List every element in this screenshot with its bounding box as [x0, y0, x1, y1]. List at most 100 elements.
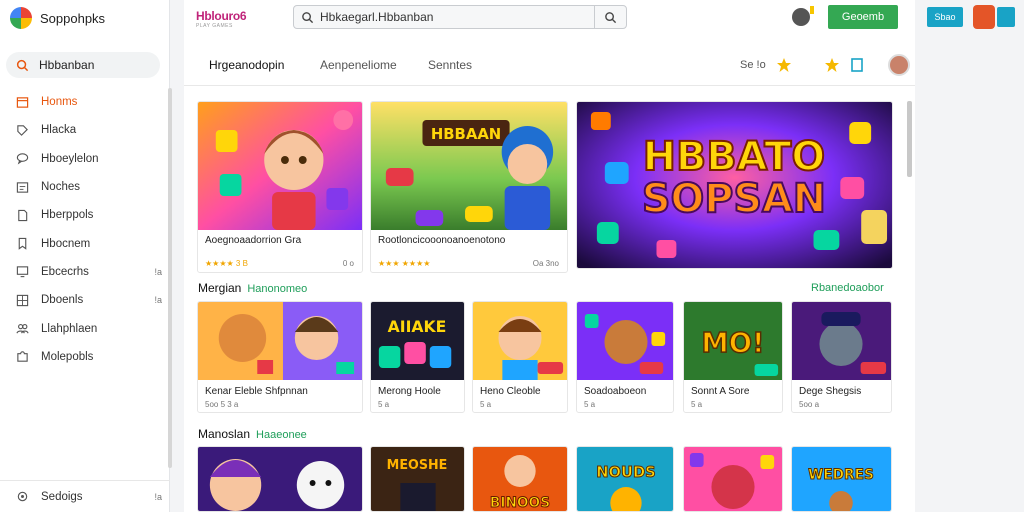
game-thumbnail [198, 447, 362, 511]
featured-card[interactable]: HBBAAN Rootloncicooonoanoenotono ★★★ ★★★… [370, 101, 568, 273]
user-avatar[interactable] [792, 6, 814, 26]
card-title: Dege Shegsis [799, 386, 862, 397]
sidebar-item-label: Ebcecrhs [41, 265, 89, 278]
sidebar-item-9[interactable]: Llahphlaen [0, 314, 170, 342]
account-button[interactable]: Geoemb [828, 5, 898, 29]
sidebar-settings[interactable]: Sedoigs !a [0, 480, 170, 512]
game-thumbnail: MO! [684, 302, 782, 380]
sidebar-item-2[interactable]: Hlacka [0, 116, 170, 144]
search-icon [301, 11, 313, 23]
card-title: Merong Hoole [378, 386, 441, 397]
game-card[interactable] [683, 446, 783, 512]
sidebar-item-3[interactable]: Hboeylelon [0, 145, 170, 173]
search-input[interactable]: Hbkaegarl.Hbbanban [293, 5, 627, 29]
game-card[interactable]: NOUDS [576, 446, 674, 512]
card-art-text: BINOOS [490, 495, 550, 511]
sidebar-item-label: Hberppols [41, 209, 94, 222]
people-icon [16, 324, 29, 334]
game-thumbnail [198, 302, 362, 380]
card-title: Kenar Eleble Shfpnnan [205, 386, 308, 397]
game-card[interactable]: BINOOS [472, 446, 568, 512]
hero-banner[interactable]: HBBATO SOPSAN [576, 101, 893, 269]
game-card[interactable]: Kenar Eleble Shfpnnan 5oo 5 3 a [197, 301, 363, 413]
game-card[interactable]: Dege Shegsis 5oo a [791, 301, 892, 413]
section-title-text: Manoslan [198, 427, 251, 441]
game-card[interactable]: Soadoaboeon 5 a [576, 301, 674, 413]
card-art-text: AIIAKE [388, 317, 447, 336]
game-card[interactable]: AIIAKE Merong Hoole 5 a [370, 301, 465, 413]
store-logo[interactable]: Hblouro6 PLAY GAMES [196, 9, 247, 29]
section-title: Manoslan Haaeonee [198, 427, 307, 441]
game-card[interactable] [197, 446, 363, 512]
hero-title-line2: SOPSAN [642, 176, 826, 222]
sidebar-item-label: Honms [41, 96, 78, 109]
sidebar-search[interactable]: Hbbanban [6, 52, 160, 78]
list-icon [16, 181, 29, 193]
bookmark-icon[interactable] [850, 57, 864, 73]
game-thumbnail: WEDRES [792, 447, 891, 511]
section-title-accent: Haaeonee [256, 429, 307, 441]
sidebar-item-7[interactable]: Ebcecrhs !a [0, 258, 170, 286]
tab-2[interactable]: Aenpeneliome [320, 58, 397, 72]
chat-icon [16, 153, 29, 165]
panel-avatar[interactable] [973, 5, 995, 29]
card-sub: 5oo 5 3 a [205, 400, 239, 409]
card-art-text: NOUDS [596, 464, 655, 481]
featured-card[interactable]: Aoegnoaadorrion Gra ★★★★ 3 B 0 o [197, 101, 363, 273]
brand[interactable]: Soppohpks [10, 6, 105, 30]
card-title: Sonnt A Sore [691, 386, 750, 397]
bookmark-icon [18, 237, 27, 250]
sidebar-search-label: Hbbanban [39, 58, 95, 72]
profile-avatar[interactable] [887, 54, 910, 76]
card-sub: 5 a [480, 400, 492, 409]
game-thumbnail [792, 302, 891, 380]
sidebar-item-count: !a [154, 295, 162, 306]
panel-button[interactable]: Sbao [927, 7, 963, 27]
game-thumbnail [577, 302, 673, 380]
card-meta: Oa 3no [532, 259, 559, 268]
tab-1[interactable]: Hrgeanodopin [209, 58, 284, 72]
game-card[interactable]: WEDRES [791, 446, 892, 512]
card-art-text: MEOSHE [387, 458, 448, 473]
star-icon[interactable] [824, 57, 840, 73]
tag-icon [17, 125, 28, 136]
sidebar-item-label: Dboenls [41, 294, 84, 307]
tab-3[interactable]: Senntes [428, 58, 472, 72]
game-card[interactable]: MO! Sonnt A Sore 5 a [683, 301, 783, 413]
sidebar-item-home[interactable]: Honms [0, 88, 170, 116]
sidebar-settings-label: Sedoigs [41, 490, 83, 503]
main-scrollbar[interactable] [907, 101, 912, 177]
game-card[interactable]: MEOSHE [370, 446, 465, 512]
panel-menu-button[interactable] [997, 7, 1015, 27]
game-card[interactable]: Heno Cleoble 5 a [472, 301, 568, 413]
sidebar-nav: Honms Hlacka Hboeylelon Noches Hberppols… [0, 88, 170, 371]
card-sub: 5 a [584, 400, 596, 409]
sidebar-item-6[interactable]: Hbocnem [0, 229, 170, 257]
star-icon[interactable] [776, 57, 792, 73]
game-thumbnail [473, 302, 567, 380]
sidebar-item-5[interactable]: Hberppols [0, 201, 170, 229]
puzzle-icon [17, 351, 28, 363]
card-sub: 5oo a [799, 400, 820, 409]
doc-icon [18, 209, 28, 221]
sidebar-item-label: Noches [41, 181, 80, 194]
search-button[interactable] [594, 6, 626, 28]
sidebar-item-label: Molepobls [41, 350, 94, 363]
sidebar-item-8[interactable]: Dboenls !a [0, 286, 170, 314]
sidebar-scrollbar[interactable] [168, 88, 172, 468]
card-art-text: HBBAAN [431, 125, 501, 143]
brand-logo-icon [10, 7, 32, 29]
main-content: Hblouro6 PLAY GAMES Hbkaegarl.Hbbanban G… [184, 0, 915, 512]
see-all-link[interactable]: Rbanedoaobor [811, 282, 884, 294]
sidebar: Soppohpks Hbbanban Honms Hlacka Hboeylel… [0, 0, 170, 512]
store-logo-text: Hblouro6 [196, 9, 247, 23]
search-query: Hbkaegarl.Hbbanban [320, 10, 434, 24]
card-meta: 0 o [342, 259, 354, 268]
card-title: Rootloncicooonoanoenotono [378, 235, 506, 246]
card-rating: ★★★★ 3 B [205, 259, 248, 268]
search-icon [605, 11, 617, 23]
card-sub: 5 a [378, 400, 390, 409]
grid-icon [16, 294, 29, 306]
sidebar-item-4[interactable]: Noches [0, 173, 170, 201]
sidebar-item-10[interactable]: Molepobls [0, 343, 170, 371]
